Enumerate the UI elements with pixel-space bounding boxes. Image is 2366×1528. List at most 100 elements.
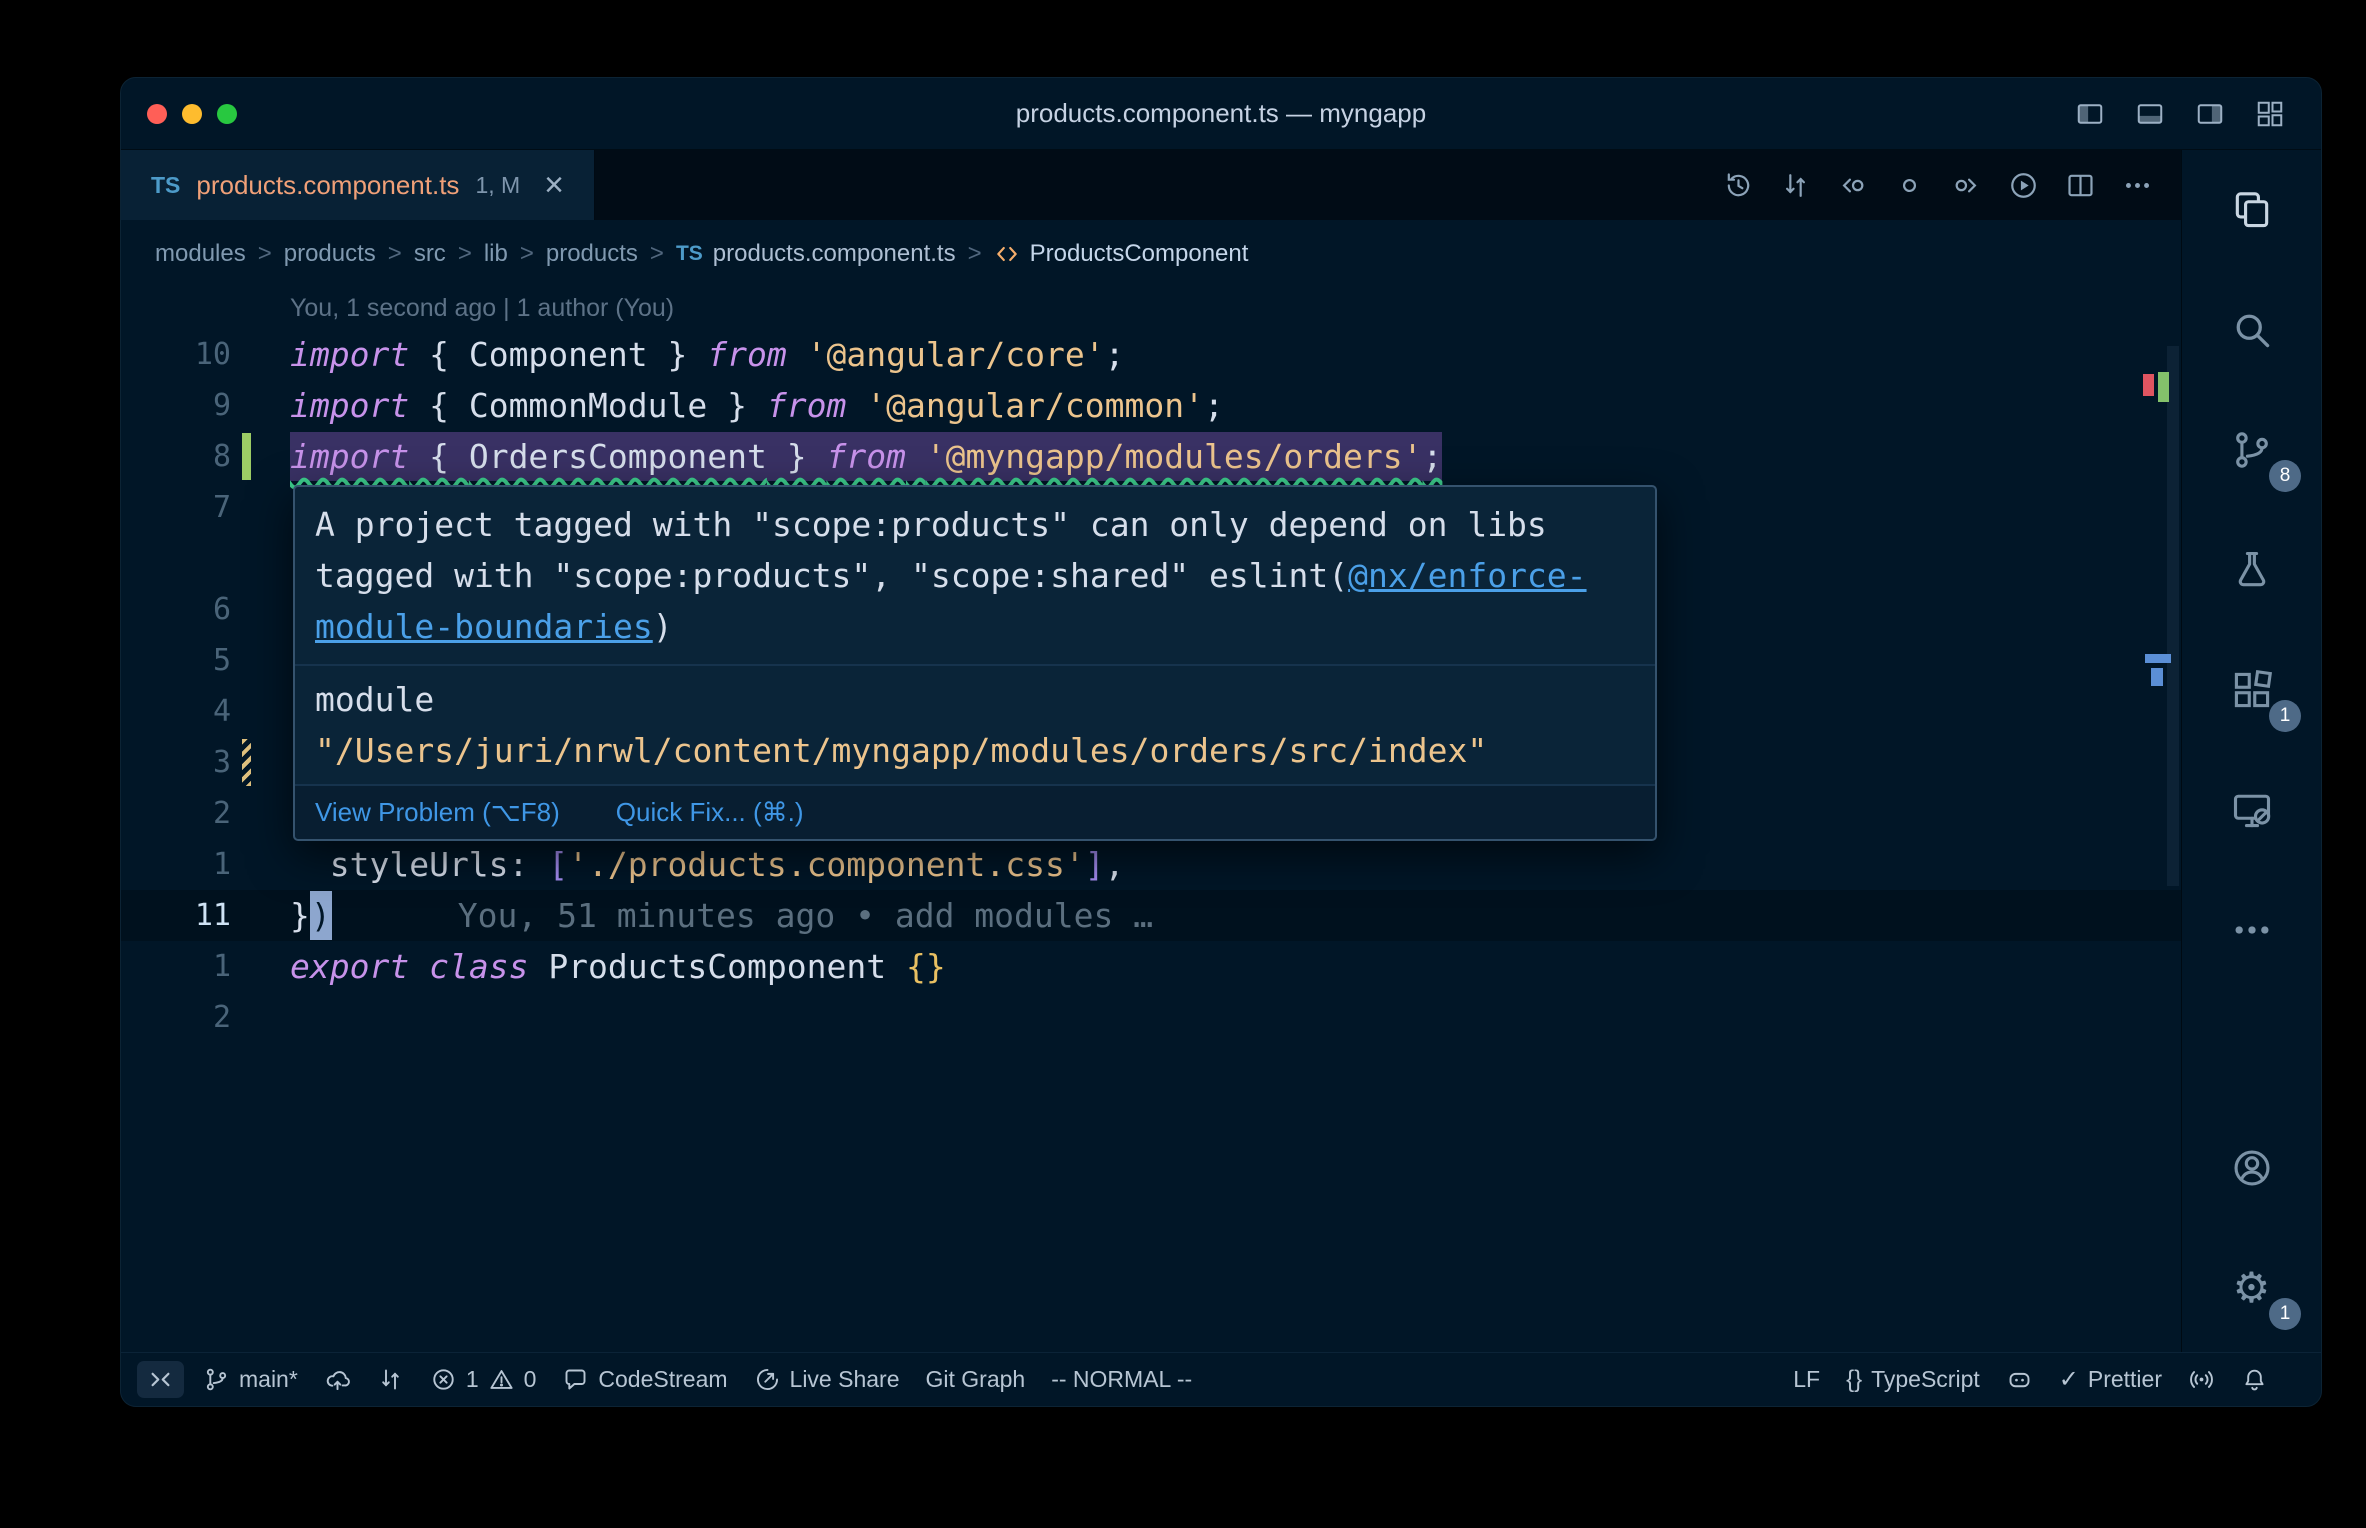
gutter	[121, 533, 290, 584]
gutter-added-indicator	[242, 433, 251, 480]
quick-fix-button[interactable]: Quick Fix... (⌘.)	[616, 797, 804, 828]
gitlens-compare-button[interactable]	[364, 1366, 417, 1393]
tab-products-component[interactable]: TS products.component.ts 1, M ×	[121, 150, 596, 220]
settings-badge: 1	[2269, 1298, 2301, 1330]
language-mode-button[interactable]: {} TypeScript	[1833, 1366, 1993, 1393]
minimize-button[interactable]	[182, 103, 202, 124]
remote-display-icon	[2230, 788, 2274, 832]
compare-changes-icon[interactable]	[1780, 170, 1811, 201]
line-number: 4	[212, 694, 231, 729]
warning-icon	[488, 1366, 515, 1393]
code-line[interactable]: 10 import { Component } from '@angular/co…	[121, 329, 2181, 380]
live-share-icon	[754, 1366, 781, 1393]
activity-item-settings[interactable]: ⚙ 1	[2182, 1228, 2321, 1348]
window-title: products.component.ts — myngapp	[1015, 98, 1427, 128]
activity-item-source-control[interactable]: 8	[2182, 390, 2321, 510]
code-line[interactable]: 8 import { OrdersComponent } from '@mynga…	[121, 431, 2181, 482]
status-bar: main* 1 0 CodeStream Live Share Git Grap…	[121, 1352, 2321, 1406]
code-text: styleUrls: ['./products.component.css'],	[290, 845, 1125, 884]
inline-blame: You, 51 minutes ago • add modules …	[457, 896, 1154, 935]
publish-button[interactable]	[311, 1366, 364, 1393]
problems-button[interactable]: 1 0	[417, 1366, 550, 1393]
broadcast-button[interactable]	[2175, 1366, 2228, 1393]
hover-actions: View Problem (⌥F8) Quick Fix... (⌘.)	[295, 784, 1655, 839]
traffic-lights	[147, 78, 237, 149]
more-icon	[2230, 908, 2274, 952]
git-graph-button[interactable]: Git Graph	[913, 1366, 1039, 1393]
line-number: 11	[194, 898, 231, 933]
gutter: 8	[121, 431, 290, 482]
toggle-left-sidebar-icon[interactable]	[2075, 99, 2105, 129]
toggle-panel-icon[interactable]	[2135, 99, 2165, 129]
previous-change-icon[interactable]	[1837, 170, 1868, 201]
test-flask-icon	[2230, 548, 2274, 592]
timeline-history-icon[interactable]	[1723, 170, 1754, 201]
line-number: 2	[212, 796, 231, 831]
code-text: import { CommonModule } from '@angular/c…	[290, 386, 1224, 425]
more-actions-icon[interactable]	[2122, 170, 2153, 201]
change-marker-icon[interactable]	[1894, 170, 1925, 201]
compare-icon	[377, 1366, 404, 1393]
hover-module-info: module "/Users/juri/nrwl/content/myngapp…	[295, 666, 1655, 784]
broadcast-icon	[2188, 1366, 2215, 1393]
code-text: import { OrdersComponent } from '@myngap…	[290, 431, 2181, 482]
gutter: 6	[121, 584, 290, 635]
split-editor-icon[interactable]	[2065, 170, 2096, 201]
gutter: 11	[121, 890, 290, 941]
remote-indicator-button[interactable]	[137, 1361, 184, 1398]
activity-item-remote-explorer[interactable]	[2182, 750, 2321, 870]
breadcrumb-item-lib[interactable]: lib	[484, 240, 508, 268]
view-problem-button[interactable]: View Problem (⌥F8)	[315, 797, 560, 828]
toggle-right-sidebar-icon[interactable]	[2195, 99, 2225, 129]
activity-item-explorer[interactable]	[2182, 150, 2321, 270]
next-change-icon[interactable]	[1951, 170, 1982, 201]
breadcrumb-item-src[interactable]: src	[414, 240, 446, 268]
gutter: 3	[121, 737, 290, 788]
code-line[interactable]: 11}) You, 51 minutes ago • add modules …	[121, 890, 2181, 941]
vim-mode-indicator[interactable]: -- NORMAL --	[1038, 1366, 1205, 1393]
code-line[interactable]: 1 styleUrls: ['./products.component.css'…	[121, 839, 2181, 890]
breadcrumb-item-products[interactable]: products	[284, 240, 376, 268]
run-file-icon[interactable]	[2008, 170, 2039, 201]
vscode-window: products.component.ts — myngapp TS produ…	[120, 77, 2322, 1407]
code-line[interactable]: 2	[121, 992, 2181, 1043]
code-line[interactable]: 1 export class ProductsComponent {}	[121, 941, 2181, 992]
breadcrumb-item-symbol[interactable]: ProductsComponent	[994, 240, 1248, 268]
activity-item-more[interactable]	[2182, 870, 2321, 990]
codestream-button[interactable]: CodeStream	[549, 1366, 740, 1393]
eol-indicator[interactable]: LF	[1780, 1366, 1833, 1393]
code-text: export class ProductsComponent {}	[290, 947, 946, 986]
breadcrumb-separator: >	[967, 240, 982, 267]
line-number: 1	[212, 949, 231, 984]
branch-button[interactable]: main*	[190, 1366, 311, 1393]
code-line[interactable]: 9 import { CommonModule } from '@angular/…	[121, 380, 2181, 431]
copilot-button[interactable]	[1993, 1366, 2046, 1393]
editor-actions	[1723, 150, 2181, 220]
module-path: "/Users/juri/nrwl/content/myngapp/module…	[315, 731, 1488, 770]
line-number: 2	[212, 1000, 231, 1035]
breadcrumb-item-products2[interactable]: products	[546, 240, 638, 268]
tab-problems-badge: 1, M	[475, 171, 521, 198]
close-button[interactable]	[147, 103, 167, 124]
customize-layout-icon[interactable]	[2255, 99, 2285, 129]
activity-item-extensions[interactable]: 1	[2182, 630, 2321, 750]
live-share-button[interactable]: Live Share	[741, 1366, 913, 1393]
notifications-button[interactable]	[2228, 1366, 2281, 1393]
activity-item-accounts[interactable]	[2182, 1108, 2321, 1228]
breadcrumb-item-modules[interactable]: modules	[155, 240, 246, 268]
activity-item-search[interactable]	[2182, 270, 2321, 390]
error-icon	[430, 1366, 457, 1393]
tab-close-icon[interactable]: ×	[544, 168, 564, 202]
activity-item-testing[interactable]	[2182, 510, 2321, 630]
zoom-button[interactable]	[217, 103, 237, 124]
overview-ruler-error-mark	[2143, 374, 2154, 396]
gutter: 5	[121, 635, 290, 686]
copy-pages-icon	[2230, 188, 2274, 232]
editor[interactable]: You, 1 second ago | 1 author (You) 10 imp…	[121, 288, 2181, 1352]
hover-message: A project tagged with "scope:products" c…	[315, 505, 1587, 646]
breadcrumb-item-file[interactable]: TS products.component.ts	[676, 240, 956, 268]
error-count: 1	[465, 1366, 479, 1392]
codelens-blame[interactable]: You, 1 second ago | 1 author (You)	[121, 288, 2181, 329]
prettier-button[interactable]: ✓ Prettier	[2046, 1366, 2175, 1393]
scrollbar[interactable]	[2167, 346, 2179, 886]
